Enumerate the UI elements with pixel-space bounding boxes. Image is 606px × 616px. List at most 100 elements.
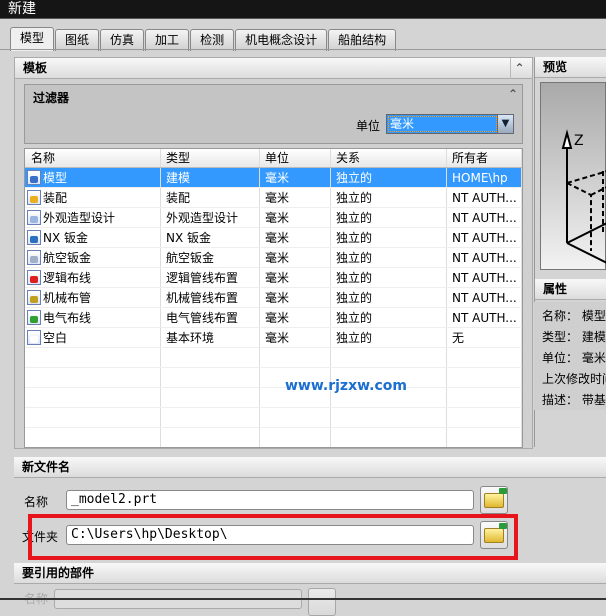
tab-drawing[interactable]: 图纸 bbox=[55, 29, 100, 51]
table-row[interactable]: 模型 建模 毫米 独立的 HOME\hp bbox=[25, 168, 522, 188]
cell-relation: 独立的 bbox=[331, 228, 447, 247]
preview-axes-icon: Z bbox=[561, 129, 606, 264]
cell-relation: 独立的 bbox=[331, 248, 447, 267]
cell-unit: 毫米 bbox=[260, 228, 331, 247]
cell-owner: NT AUTH... bbox=[447, 268, 522, 287]
tab-simulation[interactable]: 仿真 bbox=[100, 29, 145, 51]
browse-name-button[interactable] bbox=[480, 486, 508, 514]
cell-owner: NT AUTH... bbox=[447, 188, 522, 207]
mechanical-routing-icon bbox=[27, 290, 41, 305]
table-row[interactable]: 空白 基本环境 毫米 独立的 无 bbox=[25, 328, 522, 348]
cell-owner: HOME\hp bbox=[447, 168, 522, 187]
row-name: 模型 bbox=[43, 170, 68, 185]
chevron-down-icon[interactable]: ▼ bbox=[497, 114, 514, 134]
prop-description: 描述： 带基 bbox=[542, 393, 606, 407]
row-name: 逻辑布线 bbox=[43, 270, 92, 285]
cell-unit: 毫米 bbox=[260, 268, 331, 287]
table-row[interactable]: 装配 装配 毫米 独立的 NT AUTH... bbox=[25, 188, 522, 208]
cell-unit: 毫米 bbox=[260, 188, 331, 207]
sheet-metal-icon bbox=[27, 230, 41, 245]
name-label: 名称 bbox=[24, 495, 49, 509]
cell-unit: 毫米 bbox=[260, 168, 331, 187]
divider bbox=[0, 49, 606, 50]
cell-name: 机械布管 bbox=[25, 288, 161, 307]
unit-select[interactable]: 毫米 bbox=[386, 114, 499, 134]
watermark: www.rjzxw.com bbox=[285, 378, 407, 394]
cell-relation: 独立的 bbox=[331, 168, 447, 187]
col-name[interactable]: 名称 bbox=[25, 149, 161, 167]
row-name: 装配 bbox=[43, 190, 68, 205]
prop-modified: 上次修改时间 bbox=[542, 372, 606, 386]
cell-owner: NT AUTH... bbox=[447, 208, 522, 227]
new-file-title: 新文件名 bbox=[14, 457, 606, 478]
cell-type: 逻辑管线布置 bbox=[161, 268, 260, 287]
filter-title: 过滤器 bbox=[33, 91, 70, 105]
assembly-icon bbox=[27, 190, 41, 205]
cell-name: 空白 bbox=[25, 328, 161, 347]
tab-mechatronics[interactable]: 机电概念设计 bbox=[235, 29, 328, 51]
unit-label: 单位 bbox=[356, 119, 381, 133]
cell-type: 航空钣金 bbox=[161, 248, 260, 267]
cell-relation: 独立的 bbox=[331, 288, 447, 307]
cell-type: 装配 bbox=[161, 188, 260, 207]
tab-ship-structure[interactable]: 船舶结构 bbox=[328, 29, 397, 51]
template-table: 名称 类型 单位 关系 所有者 模型 建模 毫米 独立的 HOME\hp 装配 装… bbox=[24, 148, 523, 448]
cell-name: 装配 bbox=[25, 188, 161, 207]
templates-title: 模板 bbox=[23, 61, 48, 75]
cell-name: 外观造型设计 bbox=[25, 208, 161, 227]
aero-sheet-metal-icon bbox=[27, 250, 41, 265]
cell-unit: 毫米 bbox=[260, 308, 331, 327]
cell-name: 逻辑布线 bbox=[25, 268, 161, 287]
table-row[interactable]: NX 钣金 NX 钣金 毫米 独立的 NT AUTH... bbox=[25, 228, 522, 248]
cell-relation: 独立的 bbox=[331, 188, 447, 207]
cell-name: 电气布线 bbox=[25, 308, 161, 327]
cell-owner: NT AUTH... bbox=[447, 288, 522, 307]
cell-unit: 毫米 bbox=[260, 208, 331, 227]
preview-title: 预览 bbox=[535, 57, 606, 78]
electrical-routing-icon bbox=[27, 310, 41, 325]
cell-type: 电气管线布置 bbox=[161, 308, 260, 327]
cell-relation: 独立的 bbox=[331, 268, 447, 287]
cell-type: 外观造型设计 bbox=[161, 208, 260, 227]
collapse-icon[interactable]: ⌃ bbox=[510, 58, 528, 79]
table-row[interactable]: 机械布管 机械管线布置 毫米 独立的 NT AUTH... bbox=[25, 288, 522, 308]
row-name: NX 钣金 bbox=[43, 230, 89, 245]
cell-name: 模型 bbox=[25, 168, 161, 187]
blank-icon bbox=[27, 330, 41, 345]
col-relation[interactable]: 关系 bbox=[331, 149, 447, 167]
tab-manufacturing[interactable]: 加工 bbox=[145, 29, 190, 51]
col-owner[interactable]: 所有者 bbox=[447, 149, 522, 167]
cell-owner: NT AUTH... bbox=[447, 308, 522, 327]
axis-z-label: Z bbox=[574, 133, 584, 149]
folder-open-icon bbox=[484, 487, 507, 508]
cell-relation: 独立的 bbox=[331, 328, 447, 347]
cell-unit: 毫米 bbox=[260, 248, 331, 267]
table-row[interactable]: 外观造型设计 外观造型设计 毫米 独立的 NT AUTH... bbox=[25, 208, 522, 228]
browse-referenced-button[interactable] bbox=[308, 588, 336, 616]
cell-relation: 独立的 bbox=[331, 308, 447, 327]
table-row[interactable]: 逻辑布线 逻辑管线布置 毫米 独立的 NT AUTH... bbox=[25, 268, 522, 288]
table-row[interactable]: 航空钣金 航空钣金 毫米 独立的 NT AUTH... bbox=[25, 248, 522, 268]
cell-unit: 毫米 bbox=[260, 328, 331, 347]
prop-name: 名称： 模型 bbox=[542, 309, 606, 323]
collapse-icon[interactable]: ⌃ bbox=[508, 87, 518, 101]
shape-studio-icon bbox=[27, 210, 41, 225]
referenced-parts-title: 要引用的部件 bbox=[14, 563, 606, 584]
name-input[interactable]: _model2.prt bbox=[66, 490, 474, 510]
col-unit[interactable]: 单位 bbox=[260, 149, 331, 167]
window-title: 新建 bbox=[0, 0, 606, 19]
cell-relation: 独立的 bbox=[331, 208, 447, 227]
properties-title: 属性 bbox=[535, 279, 606, 300]
row-name: 机械布管 bbox=[43, 290, 92, 305]
model-icon bbox=[27, 170, 41, 185]
col-type[interactable]: 类型 bbox=[161, 149, 260, 167]
cell-type: NX 钣金 bbox=[161, 228, 260, 247]
logical-routing-icon bbox=[27, 270, 41, 285]
row-name: 电气布线 bbox=[43, 310, 92, 325]
prop-type: 类型： 建模 bbox=[542, 330, 606, 344]
tab-model[interactable]: 模型 bbox=[10, 27, 55, 51]
tab-inspection[interactable]: 检测 bbox=[190, 29, 235, 51]
tab-bar: 模型 图纸 仿真 加工 检测 机电概念设计 船舶结构 bbox=[10, 27, 397, 51]
table-row[interactable]: 电气布线 电气管线布置 毫米 独立的 NT AUTH... bbox=[25, 308, 522, 328]
cell-type: 基本环境 bbox=[161, 328, 260, 347]
